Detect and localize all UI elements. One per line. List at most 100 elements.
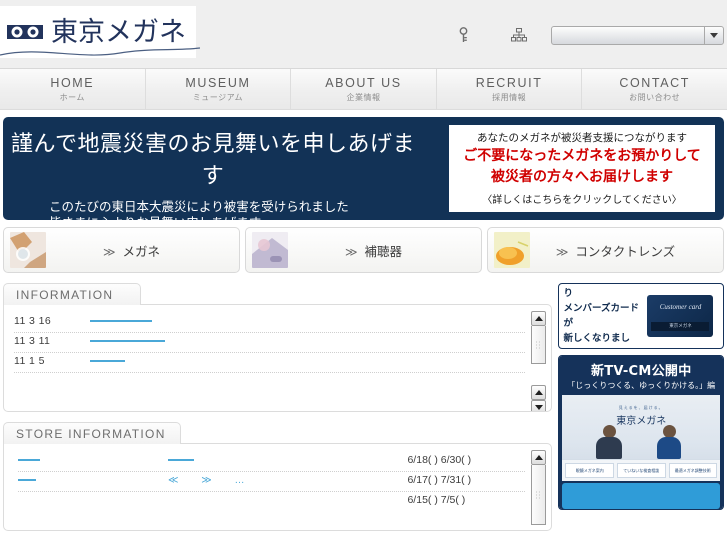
store-information-panel: STORE INFORMATION 6/18( ) 6/30( ) ≪ ≫ … … (3, 422, 553, 531)
chevron-right-icon: ≫ (555, 244, 569, 259)
callout-line-2b: 被災者の方々へお届けします (491, 169, 673, 185)
tv-cm-content: 新TV-CM公開中 「じっくりつくる、ゆっくりかける。」編 見えるを、届ける。 … (559, 356, 723, 509)
information-link[interactable] (90, 340, 165, 342)
still-caption-strip: 眼鏡メガネ案内 ていねいな検査相談 最適メガネ調整技術 (562, 459, 720, 481)
language-select[interactable] (551, 26, 724, 45)
hearing-aid-photo-thumbnail (252, 232, 288, 268)
glasses-donation-callout[interactable]: あなたのメガネが被災者支援につながります ご不要になったメガネをお預かりして 被… (449, 125, 715, 212)
nav-item-recruit[interactable]: RECRUIT 採用情報 (437, 69, 583, 109)
store-row[interactable]: 6/15( ) 7/5( ) (18, 492, 525, 511)
store-row[interactable]: 6/18( ) 6/30( ) (18, 452, 526, 472)
tv-cm-banner[interactable]: 新TV-CM公開中 「じっくりつくる、ゆっくりかける。」編 見えるを、届ける。 … (558, 355, 724, 510)
information-link[interactable] (90, 360, 125, 362)
information-date: 11 3 16 (14, 315, 52, 327)
callout-line-3: 〈詳しくはこちらをクリックしてください〉 (482, 195, 682, 206)
scroll-down-button[interactable] (531, 400, 547, 411)
left-column: INFORMATION 11 3 16 11 3 11 11 1 5 STORE… (3, 283, 553, 541)
hero-title: 謹んで地震災害のお見舞いを申しあげます (11, 132, 415, 189)
store-dates: 6/17( ) 7/31( ) (407, 474, 472, 486)
hero-body-line-1: このたびの東日本大震災により被害を受けられました (49, 199, 349, 214)
nav-label-jp: ミュージアム (192, 92, 244, 102)
information-row[interactable]: 11 3 11 (14, 333, 526, 353)
tv-cm-subtitle: 「じっくりつくる、ゆっくりかける。」編 (567, 381, 716, 390)
nav-item-museum[interactable]: MUSEUM ミュージアム (146, 69, 292, 109)
chevron-down-icon[interactable] (704, 27, 723, 44)
information-box: 11 3 16 11 3 11 11 1 5 (3, 304, 553, 412)
category-label-text: コンタクトレンズ (575, 243, 676, 259)
nav-label-en: MUSEUM (185, 75, 251, 90)
members-card-banner[interactable]: 新たな特典が加わり メンバーズカードが 新しくなりました。 Customer c… (558, 283, 724, 349)
earthquake-condolence-banner: 謹んで地震災害のお見舞いを申しあげます このたびの東日本大震災により被害を受けら… (3, 117, 724, 220)
information-rows: 11 3 16 11 3 11 11 1 5 (4, 305, 551, 373)
caption-item: ていねいな検査相談 (616, 463, 666, 478)
key-icon[interactable] (435, 27, 491, 45)
store-link-1[interactable] (18, 474, 168, 486)
still-brand-logo: 見えるを、届ける。 東京メガネ (562, 405, 720, 427)
store-link-2[interactable]: ≪ ≫ … (168, 474, 407, 486)
store-information-box: 6/18( ) 6/30( ) ≪ ≫ … 6/17( ) 7/31( ) 6/… (3, 443, 553, 531)
store-scrollbar[interactable] (531, 450, 547, 528)
category-label-text: 補聴器 (364, 243, 403, 259)
card-brand-text: 東京メガネ (651, 322, 710, 331)
scroll-up-button[interactable] (531, 450, 547, 465)
sitemap-icon[interactable] (491, 27, 547, 45)
nav-label-en: CONTACT (619, 75, 691, 90)
store-link-2[interactable] (168, 454, 407, 466)
information-tab[interactable]: INFORMATION (3, 283, 141, 305)
members-line-1: 新たな特典が加わり (563, 288, 573, 299)
nav-item-about-us[interactable]: ABOUT US 企業情報 (291, 69, 437, 109)
person-customer (656, 425, 682, 459)
store-dates: 6/15( ) 7/5( ) (407, 494, 466, 506)
tv-cm-watch-button[interactable] (562, 483, 720, 509)
store-row[interactable]: ≪ ≫ … 6/17( ) 7/31( ) (18, 472, 526, 492)
category-buttons: ≫ メガネ ≫ 補聴器 ≫ コンタクトレンズ (3, 227, 724, 273)
person-staff (596, 425, 623, 459)
scrollbar-thumb[interactable] (531, 465, 547, 525)
nav-item-home[interactable]: HOME ホーム (0, 69, 146, 109)
scroll-up-button-bottom[interactable] (531, 385, 547, 400)
store-link-1[interactable] (18, 454, 168, 466)
caption-item: 眼鏡メガネ案内 (565, 463, 614, 478)
logo-text: 東京メガネ (51, 16, 186, 48)
store-dates: 6/18( ) 6/30( ) (407, 454, 472, 466)
still-sub-text: 見えるを、届ける。 (618, 405, 664, 410)
category-button-glasses[interactable]: ≫ メガネ (3, 227, 240, 273)
glasses-icon (7, 25, 43, 39)
store-arrows: ≪ ≫ … (168, 475, 255, 486)
nav-label-en: HOME (50, 75, 95, 90)
category-button-hearing-aid[interactable]: ≫ 補聴器 (245, 227, 482, 273)
nav-item-contact[interactable]: CONTACT お問い合わせ (582, 69, 727, 109)
nav-label-en: ABOUT US (325, 75, 402, 90)
members-card-content: 新たな特典が加わり メンバーズカードが 新しくなりました。 Customer c… (559, 284, 723, 348)
main-content: INFORMATION 11 3 16 11 3 11 11 1 5 STORE… (3, 283, 724, 541)
store-information-tab[interactable]: STORE INFORMATION (3, 422, 181, 444)
right-sidebar: 新たな特典が加わり メンバーズカードが 新しくなりました。 Customer c… (558, 283, 724, 516)
customer-card-image: Customer card 東京メガネ (647, 295, 714, 337)
caption-item: 最適メガネ調整技術 (668, 463, 718, 478)
store-information-rows: 6/18( ) 6/30( ) ≪ ≫ … 6/17( ) 7/31( ) 6/… (4, 444, 551, 511)
scrollbar-thumb[interactable] (531, 326, 547, 364)
contact-lens-photo-thumbnail (494, 232, 530, 268)
main-navigation: HOME ホーム MUSEUM ミュージアム ABOUT US 企業情報 REC… (0, 68, 727, 110)
card-name-text: Customer card (659, 303, 702, 311)
information-row[interactable]: 11 3 16 (14, 313, 526, 333)
information-date: 11 1 5 (14, 355, 45, 367)
members-line-3: 新しくなりました。 (563, 333, 630, 344)
tv-cm-still-image[interactable]: 見えるを、届ける。 東京メガネ 眼鏡メガネ案内 ていねいな検査相談 最適メガネ調… (562, 395, 720, 481)
information-scrollbar[interactable] (531, 311, 547, 411)
category-label: ≫ メガネ (46, 241, 239, 260)
category-label: ≫ コンタクトレンズ (530, 241, 723, 260)
callout-line-2a: ご不要になったメガネをお預かりして (463, 148, 701, 164)
nav-label-en: RECRUIT (475, 75, 543, 90)
hero-body-line-2: 皆さまに心よりお見舞い申しあげます。 (49, 215, 429, 220)
scrollbar-grip (535, 490, 543, 499)
header-tools (435, 26, 727, 45)
hero-body: このたびの東日本大震災により被害を受けられました 皆さまに心よりお見舞い申しあげ… (49, 199, 429, 220)
information-row[interactable]: 11 1 5 (14, 353, 526, 373)
information-link[interactable] (90, 320, 152, 322)
category-label: ≫ 補聴器 (288, 241, 481, 260)
members-line-2: メンバーズカードが (563, 303, 639, 329)
scroll-up-button[interactable] (531, 311, 547, 326)
nav-label-jp: お問い合わせ (629, 92, 681, 102)
category-button-contact-lens[interactable]: ≫ コンタクトレンズ (487, 227, 724, 273)
